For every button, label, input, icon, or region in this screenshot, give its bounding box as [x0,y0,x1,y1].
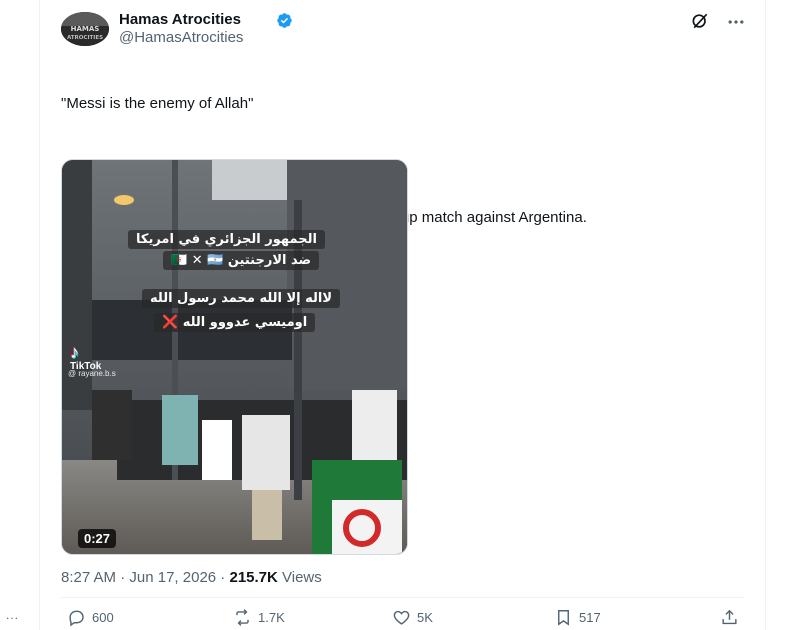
video-caption: ضد الارجنتين 🇩🇿 ✕ 🇦🇷 [163,251,320,270]
video-media[interactable]: الجمهور الجزائري في امريكا ضد الارجنتين … [61,159,408,555]
meta-separator: · [116,569,130,586]
tweet-card[interactable]: HAMAS ATROCITIES Hamas Atrocities @Hamas… [40,0,765,630]
svg-text:HAMAS: HAMAS [71,25,100,33]
bookmark-count: 517 [579,609,601,625]
tiktok-watermark: ♪ TikTok [70,343,101,372]
repost-icon [236,608,249,626]
views-label: Views [277,569,322,586]
grok-icon[interactable] [690,11,710,31]
avatar-image: HAMAS ATROCITIES [61,12,109,46]
author-display-name[interactable]: Hamas Atrocities [119,11,241,28]
video-caption: الجمهور الجزائري في امريكا [128,230,325,249]
tweet-date[interactable]: Jun 17, 2026 [129,569,216,586]
video-caption: اوميسي عدووو الله ❌ [154,313,316,332]
share-icon [722,609,737,624]
tweet-time[interactable]: 8:27 AM [61,569,116,586]
reply-button[interactable]: 600 [67,606,114,628]
like-button[interactable]: 5K [392,606,433,628]
heart-icon [393,610,410,625]
bookmark-icon [558,609,569,626]
like-count: 5K [417,609,433,625]
svg-text:ATROCITIES: ATROCITIES [67,35,103,41]
share-button[interactable] [720,606,745,628]
video-frame [62,160,407,554]
more-options-icon[interactable] [726,12,746,32]
video-caption: لااله إلا الله محمد رسول الله [142,289,341,308]
reply-icon [69,610,84,627]
author-handle[interactable]: @HamasAtrocities [119,29,243,46]
stray-dots: ... [6,608,20,622]
tiktok-username: @ rayane.b.s [68,369,116,378]
video-duration: 0:27 [78,529,117,548]
tweet-meta: 8:27 AM · Jun 17, 2026 · 215.7K Views [61,569,322,586]
page-border-right [765,0,766,630]
views-count: 215.7K [229,569,278,586]
repost-count: 1.7K [258,609,285,625]
reply-count: 600 [92,609,114,625]
meta-separator: · [216,569,230,586]
divider [61,597,745,598]
verified-badge-icon [277,13,292,28]
avatar[interactable]: HAMAS ATROCITIES [61,12,109,46]
bookmark-button[interactable]: 517 [554,606,601,628]
tweet-text-line: "Messi is the enemy of Allah" [61,95,254,112]
repost-button[interactable]: 1.7K [233,606,285,628]
tiktok-icon: ♪ [70,342,79,362]
